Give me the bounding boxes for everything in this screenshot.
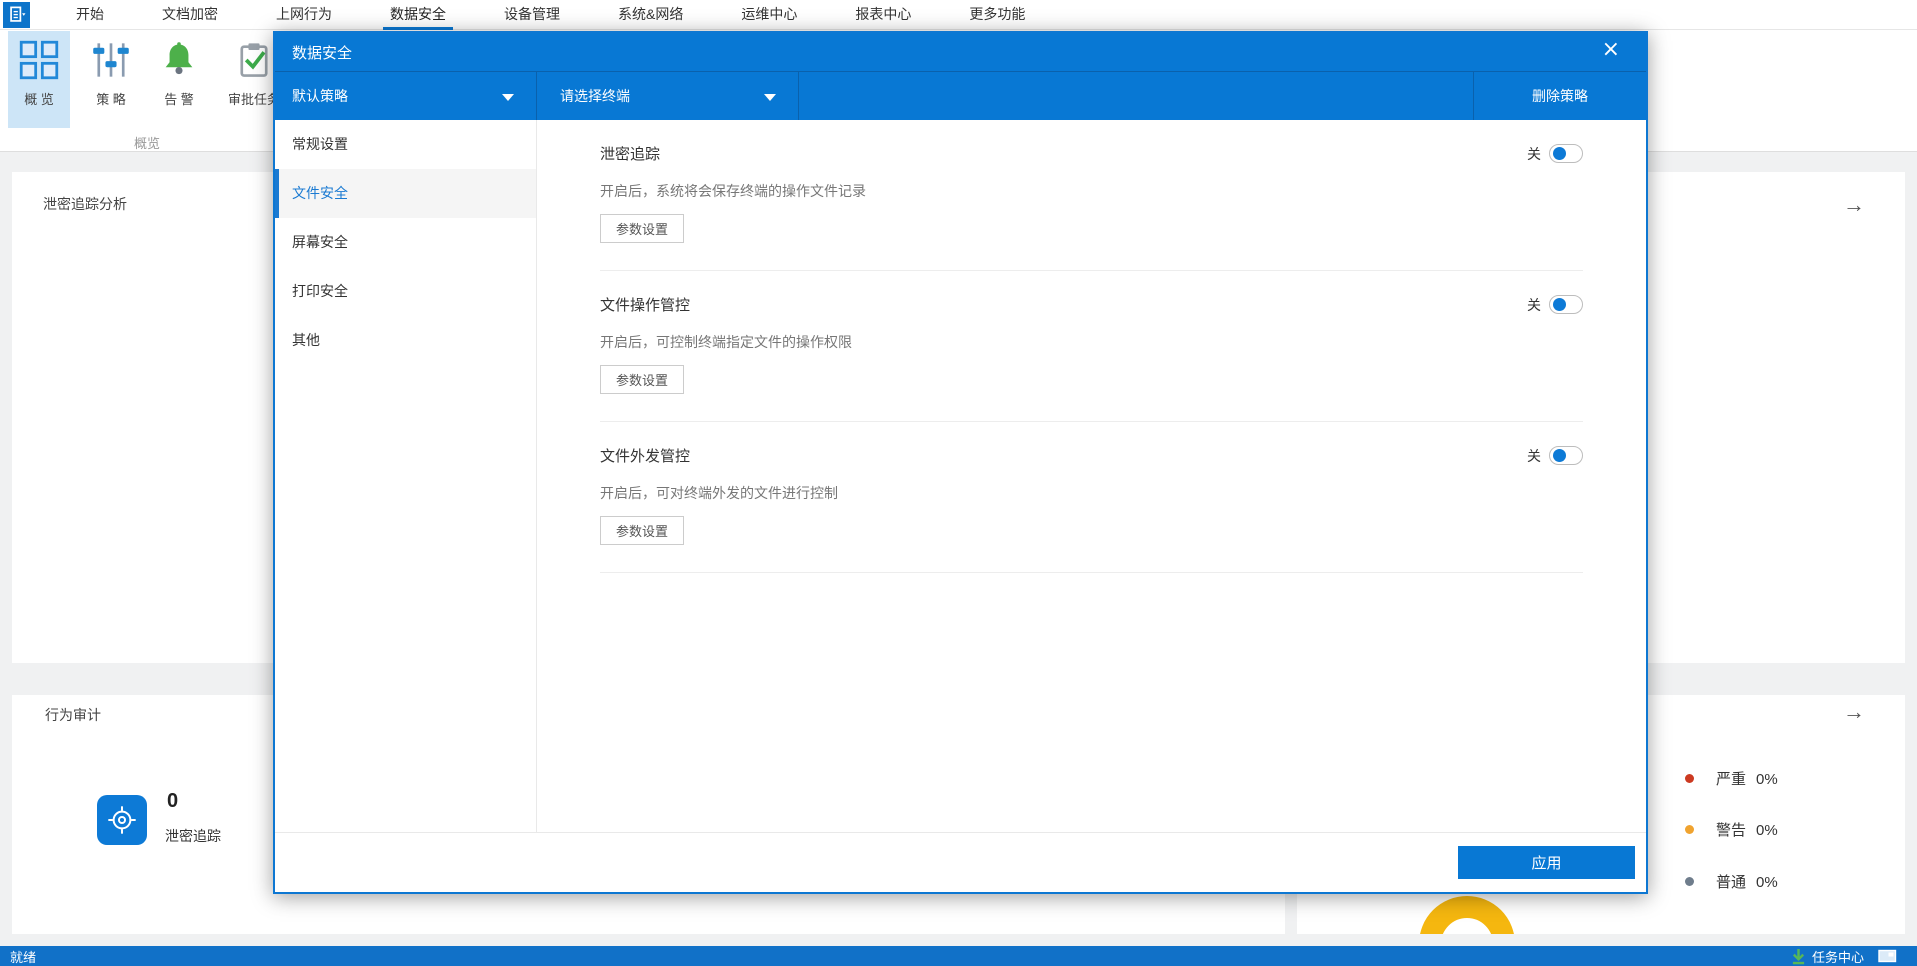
ribbon-button-overview[interactable]: 概 览 — [8, 31, 70, 128]
panel-title: 行为审计 — [45, 705, 101, 725]
legend-item-normal: 普通 0% — [1685, 872, 1778, 890]
menu-item-more[interactable]: 更多功能 — [969, 0, 1025, 30]
divider — [600, 572, 1583, 573]
status-ready-text: 就绪 — [10, 947, 36, 966]
dialog-sidebar: 常规设置 文件安全 屏幕安全 打印安全 其他 — [275, 120, 537, 834]
section-title: 泄密追踪 — [600, 143, 660, 164]
file-outgoing-toggle[interactable] — [1549, 446, 1583, 465]
file-operation-toggle[interactable] — [1549, 295, 1583, 314]
toggle-state-label: 关 — [1527, 295, 1541, 315]
dialog-body: 常规设置 文件安全 屏幕安全 打印安全 其他 泄密追踪 关 开启后，系统将会保存… — [275, 120, 1646, 834]
menu-item-start[interactable]: 开始 — [76, 0, 104, 30]
sliders-icon — [91, 40, 131, 80]
normal-dot-icon — [1685, 877, 1694, 886]
dialog-footer: 应用 — [275, 832, 1646, 892]
toggle-knob — [1553, 147, 1566, 160]
toggle-state-label: 关 — [1527, 144, 1541, 164]
sidebar-item-general[interactable]: 常规设置 — [275, 120, 536, 169]
chevron-down-icon — [764, 94, 776, 101]
sidebar-item-file-security[interactable]: 文件安全 — [275, 169, 536, 218]
menu-bar: 开始 文档加密 上网行为 数据安全 设备管理 系统&网络 运维中心 报表中心 更… — [0, 0, 1917, 30]
menu-item-device-mgmt[interactable]: 设备管理 — [504, 0, 560, 30]
severe-dot-icon — [1685, 774, 1694, 783]
legend-value: 0% — [1756, 874, 1778, 891]
warning-dot-icon — [1685, 825, 1694, 834]
toggle-knob — [1553, 449, 1566, 462]
delete-policy-button[interactable]: 删除策略 — [1473, 72, 1646, 120]
stat-value: 0 — [167, 790, 178, 813]
target-icon — [97, 795, 147, 845]
section-leak-trace: 泄密追踪 关 开启后，系统将会保存终端的操作文件记录 参数设置 — [538, 120, 1646, 271]
terminal-dropdown[interactable]: 请选择终端 — [537, 72, 799, 120]
legend-item-warning: 警告 0% — [1685, 820, 1778, 838]
policy-dropdown-value: 默认策略 — [292, 86, 348, 106]
dialog-title-bar: 数据安全 × — [275, 33, 1646, 71]
menu-item-system-network[interactable]: 系统&网络 — [618, 0, 683, 30]
close-icon[interactable]: × — [1602, 39, 1620, 61]
apply-button[interactable]: 应用 — [1458, 846, 1635, 879]
sidebar-item-print-security[interactable]: 打印安全 — [275, 267, 536, 316]
legend-label: 警告 — [1716, 822, 1746, 839]
menu-item-web-behavior[interactable]: 上网行为 — [276, 0, 332, 30]
sidebar-item-other[interactable]: 其他 — [275, 316, 536, 365]
leak-trace-toggle[interactable] — [1549, 144, 1583, 163]
ribbon-group-label: 概览 — [0, 133, 294, 152]
ribbon-button-label: 告 警 — [164, 89, 194, 108]
legend-value: 0% — [1756, 822, 1778, 839]
ribbon-button-alert[interactable]: 告 警 — [148, 31, 210, 128]
chevron-down-icon — [502, 94, 514, 101]
panel-title: 泄密追踪分析 — [43, 194, 127, 214]
section-title: 文件操作管控 — [600, 294, 690, 315]
menu-item-report-center[interactable]: 报表中心 — [855, 0, 911, 30]
bell-icon — [159, 40, 199, 80]
menu-item-data-security[interactable]: 数据安全 — [390, 0, 446, 30]
dialog-title: 数据安全 — [292, 42, 352, 63]
param-settings-button[interactable]: 参数设置 — [600, 214, 684, 243]
section-description: 开启后，系统将会保存终端的操作文件记录 — [600, 181, 1583, 201]
section-description: 开启后，可控制终端指定文件的操作权限 — [600, 332, 1583, 352]
param-settings-button[interactable]: 参数设置 — [600, 365, 684, 394]
terminal-dropdown-value: 请选择终端 — [560, 86, 630, 106]
menu-item-ops-center[interactable]: 运维中心 — [741, 0, 797, 30]
sidebar-item-screen-security[interactable]: 屏幕安全 — [275, 218, 536, 267]
param-settings-button[interactable]: 参数设置 — [600, 516, 684, 545]
legend-label: 严重 — [1716, 771, 1746, 788]
data-security-dialog: 数据安全 × 默认策略 请选择终端 删除策略 常规设置 文件安全 屏幕安全 打印… — [273, 31, 1648, 894]
task-window-icon[interactable] — [1878, 949, 1897, 963]
dialog-toolbar: 默认策略 请选择终端 删除策略 — [275, 71, 1646, 120]
download-icon — [1791, 948, 1806, 965]
section-description: 开启后，可对终端外发的文件进行控制 — [600, 483, 1583, 503]
section-title: 文件外发管控 — [600, 445, 690, 466]
dialog-content: 泄密追踪 关 开启后，系统将会保存终端的操作文件记录 参数设置 文件操作管控 关 — [538, 120, 1646, 834]
toggle-state-label: 关 — [1527, 446, 1541, 466]
legend-item-severe: 严重 0% — [1685, 769, 1778, 787]
donut-chart — [1419, 896, 1515, 934]
stat-label: 泄密追踪 — [165, 826, 221, 846]
task-center-button[interactable]: 任务中心 — [1812, 947, 1864, 966]
policy-dropdown[interactable]: 默认策略 — [275, 72, 537, 120]
app-menu-button[interactable] — [3, 2, 30, 28]
document-icon — [6, 4, 28, 26]
toolbar-spacer — [799, 72, 1473, 120]
section-file-outgoing-control: 文件外发管控 关 开启后，可对终端外发的文件进行控制 参数设置 — [538, 422, 1646, 573]
legend-label: 普通 — [1716, 874, 1746, 891]
ribbon-button-label: 策 略 — [96, 89, 126, 108]
ribbon-button-label: 概 览 — [24, 89, 54, 108]
clipboard-check-icon — [234, 40, 274, 80]
section-file-operation-control: 文件操作管控 关 开启后，可控制终端指定文件的操作权限 参数设置 — [538, 271, 1646, 422]
grid-icon — [19, 40, 59, 80]
menu-item-doc-encrypt[interactable]: 文档加密 — [162, 0, 218, 30]
arrow-right-icon[interactable]: → — [1843, 194, 1865, 216]
arrow-right-icon[interactable]: → — [1843, 701, 1865, 723]
toggle-knob — [1553, 298, 1566, 311]
status-bar: 就绪 任务中心 — [0, 946, 1917, 966]
ribbon-button-policy[interactable]: 策 略 — [80, 31, 142, 128]
legend-value: 0% — [1756, 771, 1778, 788]
